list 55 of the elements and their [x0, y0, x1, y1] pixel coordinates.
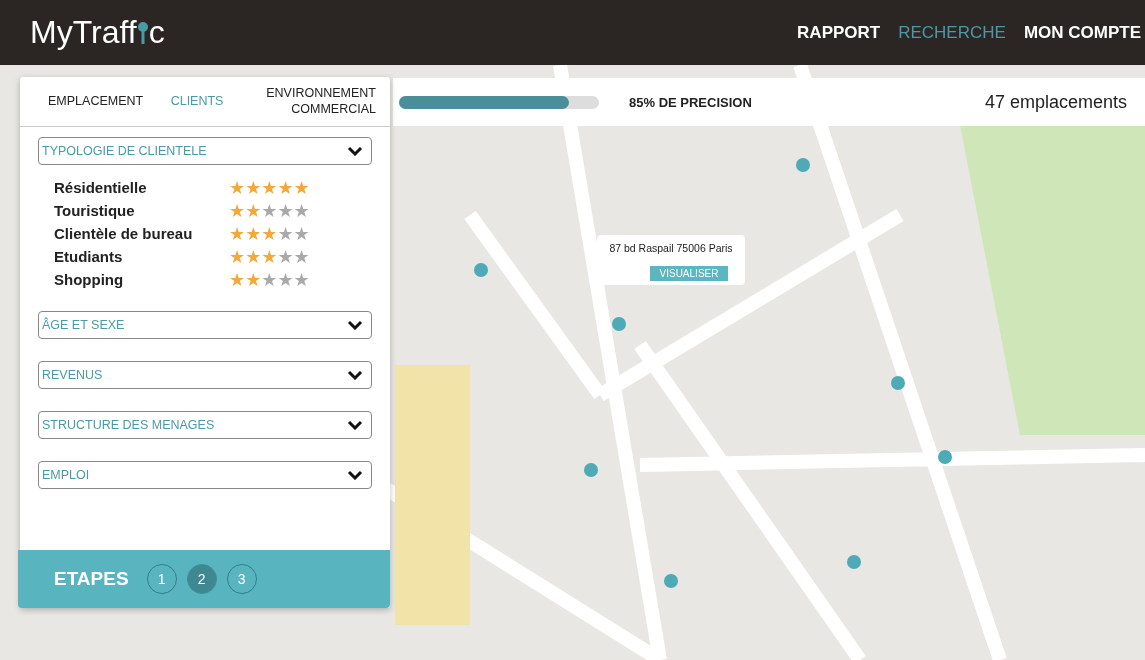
- star-icon: ★: [229, 225, 246, 243]
- star-icon: ★: [277, 225, 294, 243]
- rating-label: Résidentielle: [54, 179, 148, 197]
- rating-label: Etudiants: [54, 248, 124, 266]
- star-icon: ★: [245, 202, 262, 220]
- nav-link[interactable]: RAPPORT: [797, 22, 881, 43]
- star-icon: ★: [245, 179, 262, 197]
- chevron-down-icon: [347, 146, 363, 156]
- nav-link[interactable]: MON COMPTE: [1023, 22, 1141, 43]
- star-icon: ★: [293, 202, 310, 220]
- chevron-down-icon: [347, 470, 363, 480]
- section-header[interactable]: TYPOLOGIE DE CLIENTELE: [38, 137, 372, 165]
- star-icon: ★: [293, 248, 310, 266]
- star-icon: ★: [277, 248, 294, 266]
- view-button[interactable]: VISUALISER: [649, 266, 729, 281]
- star-icon: ★: [261, 248, 278, 266]
- star-icon: ★: [245, 271, 262, 289]
- section-header[interactable]: REVENUS: [38, 361, 372, 389]
- rating-label: Clientèle de bureau: [54, 225, 194, 243]
- chevron-down-icon: [347, 370, 363, 380]
- star-icon: ★: [277, 202, 294, 220]
- star-icon: ★: [261, 271, 278, 289]
- star-icon: ★: [293, 179, 310, 197]
- address-text: 87 bd Raspail 75006 Paris: [609, 242, 733, 254]
- chevron-down-icon: [347, 420, 363, 430]
- chevron-down-icon: [347, 320, 363, 330]
- section-header[interactable]: ÂGE ET SEXE: [38, 311, 372, 339]
- logo-text: MyTraff: [30, 14, 137, 51]
- steps-label: ETAPES: [54, 568, 129, 590]
- star-icon: ★: [261, 179, 278, 197]
- rating-label: Shopping: [54, 271, 125, 289]
- star-icon: ★: [277, 179, 294, 197]
- star-icon: ★: [229, 202, 246, 220]
- rating-label: Touristique: [54, 202, 136, 220]
- star-icon: ★: [245, 248, 262, 266]
- logo-text: c: [148, 14, 165, 51]
- pin-icon: [136, 19, 149, 46]
- nav-link[interactable]: RECHERCHE: [898, 22, 1006, 43]
- section-header[interactable]: STRUCTURE DES MENAGES: [38, 411, 372, 439]
- section-header[interactable]: EMPLOI: [38, 461, 372, 489]
- tab[interactable]: EMPLACEMENT: [48, 93, 144, 110]
- star-icon: ★: [277, 271, 294, 289]
- location-count: 47 emplacements: [984, 91, 1127, 113]
- star-icon: ★: [245, 225, 262, 243]
- star-icon: ★: [229, 179, 246, 197]
- star-icon: ★: [293, 271, 310, 289]
- step-button[interactable]: 2: [186, 564, 217, 594]
- star-icon: ★: [293, 225, 310, 243]
- star-icon: ★: [261, 225, 278, 243]
- tab[interactable]: ENVIRONNEMENT COMMERCIAL: [251, 85, 376, 118]
- tab[interactable]: CLIENTS: [170, 93, 224, 110]
- star-icon: ★: [261, 202, 278, 220]
- star-icon: ★: [229, 248, 246, 266]
- precision-label: 85% DE PRECISION: [629, 94, 753, 110]
- star-icon: ★: [229, 271, 246, 289]
